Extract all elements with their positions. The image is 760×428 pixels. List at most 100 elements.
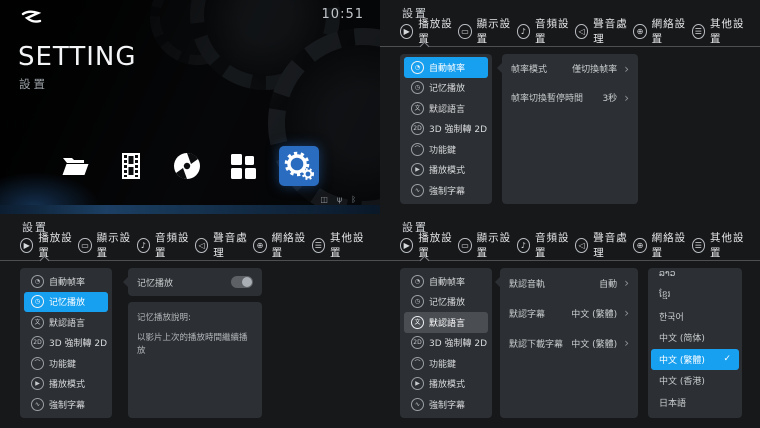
tab-label: 聲音處理	[213, 230, 253, 260]
tab-audio-settings[interactable]: ♪音頻設置	[137, 230, 195, 260]
tab-play-settings[interactable]: ▶播放設置	[20, 230, 78, 260]
language-options-list: ລາວ ខ្មែរ 한국어 中文 (简体) 中文 (繁體)✓ 中文 (香港) 日…	[648, 268, 742, 418]
language-option-chinese-simplified[interactable]: 中文 (简体)	[651, 327, 739, 348]
tab-label: 顯示設置	[97, 230, 137, 260]
setting-row-default-audio-track[interactable]: 默認音軌 自動 ›	[500, 268, 638, 298]
menu-item-forced-subtitle[interactable]: ∿強制字幕	[404, 394, 488, 415]
settings-menu: ◔自動帧率 ◷记忆播放 文默認語言 2D3D 強制轉 2D ⌒功能鍵 ▶播放模式…	[400, 268, 492, 418]
framerate-gauge-icon: ◔	[411, 275, 424, 288]
menu-item-forced-subtitle[interactable]: ∿強制字幕	[404, 180, 488, 201]
setting-value: 僅切換帧率	[572, 62, 617, 75]
tab-audio-settings[interactable]: ♪音頻設置	[517, 16, 575, 46]
menu-item-play-mode[interactable]: ▶播放模式	[404, 374, 488, 395]
tab-other-settings[interactable]: ☰ 其他設置	[312, 230, 370, 260]
tab-play-settings[interactable]: ▶播放設置	[400, 16, 458, 46]
dock-item-video-player[interactable]	[111, 146, 151, 186]
tab-play-settings[interactable]: ▶播放設置	[400, 230, 458, 260]
setting-value: 中文 (繁體)	[571, 337, 617, 350]
setting-row-resume-toggle[interactable]: 记忆播放	[128, 268, 262, 296]
tab-label: 音頻設置	[535, 16, 575, 46]
tab-other-settings[interactable]: ☰其他設置	[692, 16, 750, 46]
menu-item-auto-framerate[interactable]: ◔自動帧率	[404, 271, 488, 292]
tab-sound-processing[interactable]: ◁聲音處理	[195, 230, 253, 260]
language-option-korean[interactable]: 한국어	[651, 306, 739, 327]
chevron-right-icon: ›	[624, 307, 629, 319]
menu-item-label: 功能鍵	[429, 143, 456, 156]
menu-item-play-mode[interactable]: ▶播放模式	[404, 160, 488, 181]
setting-label: 默認音軌	[509, 277, 545, 290]
disc-icon	[171, 150, 203, 182]
menu-item-default-language[interactable]: 文默認語言	[404, 98, 488, 119]
menu-item-label: 自動帧率	[49, 275, 85, 288]
menu-item-label: 默認語言	[429, 102, 465, 115]
language-option-lao[interactable]: ລາວ	[651, 268, 739, 284]
setting-label: 帧率切換暫停時間	[511, 91, 583, 104]
function-key-icon: ⌒	[411, 143, 424, 156]
menu-item-label: 功能鍵	[429, 357, 456, 370]
menu-item-play-mode[interactable]: ▶播放模式	[24, 374, 108, 395]
menu-item-forced-subtitle[interactable]: ∿強制字幕	[24, 394, 108, 415]
tab-network-settings[interactable]: ⊕網絡設置	[633, 230, 691, 260]
dock-item-file-manager[interactable]	[55, 146, 95, 186]
language-option-japanese[interactable]: 日本語	[651, 391, 739, 412]
language-option-label: ລາວ	[659, 269, 675, 279]
setting-row-default-subtitle[interactable]: 默認字幕 中文 (繁體) ›	[500, 298, 638, 328]
resume-playback-toggle[interactable]	[231, 276, 253, 288]
menu-item-auto-framerate[interactable]: ◔自動帧率	[404, 57, 488, 78]
language-option-khmer[interactable]: ខ្មែរ	[651, 284, 739, 305]
dock-item-settings[interactable]	[279, 146, 319, 186]
panel-connector	[123, 277, 128, 287]
menu-item-resume-playback[interactable]: ◷记忆播放	[24, 292, 108, 313]
tab-other-settings[interactable]: ☰其他設置	[692, 230, 750, 260]
menu-item-3d-to-2d[interactable]: 2D3D 強制轉 2D	[24, 333, 108, 354]
play-icon: ▶	[20, 238, 33, 253]
resume-toggle-panel: 记忆播放	[128, 268, 262, 296]
menu-item-3d-to-2d[interactable]: 2D3D 強制轉 2D	[404, 333, 488, 354]
menu-lines-icon: ☰	[312, 238, 325, 253]
speaker-icon: ◁	[575, 238, 588, 253]
tab-divider	[0, 260, 380, 261]
menu-item-function-key[interactable]: ⌒功能鍵	[404, 353, 488, 374]
history-clock-icon: ◷	[411, 81, 424, 94]
tab-display-settings[interactable]: ▭顯示設置	[458, 16, 516, 46]
setting-row-default-download-subtitle[interactable]: 默認下載字幕 中文 (繁體) ›	[500, 328, 638, 358]
language-option-label: 한국어	[659, 310, 684, 323]
note-body: 以影片上次的播放時間繼續播放	[137, 332, 253, 358]
page-title: SETTING	[18, 42, 137, 72]
app-dock	[55, 146, 319, 186]
tab-display-settings[interactable]: ▭顯示設置	[78, 230, 136, 260]
tab-label: 其他設置	[330, 230, 370, 260]
tab-label: 音頻設置	[155, 230, 195, 260]
tab-sound-processing[interactable]: ◁聲音處理	[575, 230, 633, 260]
setting-row-framerate-mode[interactable]: 帧率模式 僅切換帧率 ›	[502, 54, 638, 83]
language-option-chinese-hongkong[interactable]: 中文 (香港)	[651, 370, 739, 391]
tab-display-settings[interactable]: ▭顯示設置	[458, 230, 516, 260]
menu-item-label: 3D 強制轉 2D	[429, 336, 487, 349]
tab-bar: ▶播放設置 ▭顯示設置 ♪音頻設置 ◁聲音處理 ⊕網絡設置 ☰其他設置	[400, 235, 750, 255]
usb-icon: ψ	[337, 195, 342, 205]
menu-item-default-language[interactable]: 文默認語言	[404, 312, 488, 333]
globe-icon: ⊕	[633, 238, 646, 253]
screenshot-grid: 10:51 SETTING 設置	[0, 0, 760, 428]
setting-row-framerate-pause-time[interactable]: 帧率切換暫停時間 3秒 ›	[502, 83, 638, 112]
bluetooth-icon: ᛒ	[351, 195, 356, 205]
dock-item-media-center[interactable]	[167, 146, 207, 186]
menu-item-default-language[interactable]: 文默認語言	[24, 312, 108, 333]
tab-sound-processing[interactable]: ◁聲音處理	[575, 16, 633, 46]
menu-item-resume-playback[interactable]: ◷ 记忆播放	[404, 78, 488, 99]
tab-network-settings[interactable]: ⊕網絡設置	[253, 230, 311, 260]
menu-item-label: 強制字幕	[429, 398, 465, 411]
dock-item-app-grid[interactable]	[223, 146, 263, 186]
language-option-chinese-traditional[interactable]: 中文 (繁體)✓	[651, 349, 739, 370]
language-option-label: 中文 (香港)	[659, 374, 705, 387]
tab-audio-settings[interactable]: ♪音頻設置	[517, 230, 575, 260]
menu-item-3d-to-2d[interactable]: 2D3D 強制轉 2D	[404, 119, 488, 140]
tab-network-settings[interactable]: ⊕網絡設置	[633, 16, 691, 46]
menu-item-auto-framerate[interactable]: ◔自動帧率	[24, 271, 108, 292]
tab-label: 顯示設置	[477, 16, 517, 46]
menu-item-function-key[interactable]: ⌒功能鍵	[24, 353, 108, 374]
menu-item-label: 记忆播放	[429, 81, 465, 94]
menu-item-function-key[interactable]: ⌒ 功能鍵	[404, 139, 488, 160]
menu-item-resume-playback[interactable]: ◷记忆播放	[404, 292, 488, 313]
settings-screen-default-language: 設置 ▶播放設置 ▭顯示設置 ♪音頻設置 ◁聲音處理 ⊕網絡設置 ☰其他設置 ◔…	[380, 214, 760, 428]
